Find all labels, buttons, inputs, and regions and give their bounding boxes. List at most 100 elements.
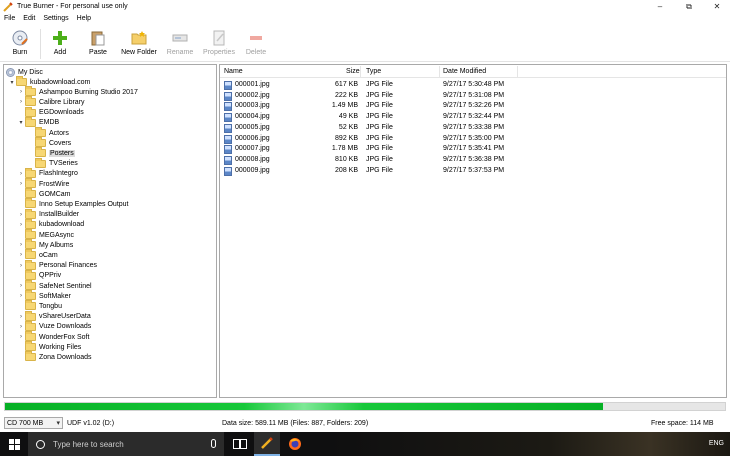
- column-date-modified[interactable]: Date Modified: [443, 68, 486, 75]
- collapsed-chevron-icon[interactable]: ›: [17, 283, 25, 289]
- folder-tree[interactable]: My Disc ▾ kubadownload.com › Ashampoo Burni…: [3, 64, 217, 398]
- menu-file[interactable]: File: [0, 15, 19, 22]
- collapsed-chevron-icon[interactable]: ›: [17, 181, 25, 187]
- toolbar: Burn Add Paste New Folder Rename Propert…: [0, 26, 730, 62]
- file-row[interactable]: 000003.jpg 1.49 MB JPG File 9/27/17 5:32:26…: [220, 100, 726, 112]
- properties-label: Properties: [203, 49, 235, 56]
- image-file-icon: [224, 134, 232, 144]
- column-name[interactable]: Name: [224, 68, 243, 75]
- file-row[interactable]: 000007.jpg 1.78 MB JPG File 9/27/17 5:35:41…: [220, 143, 726, 155]
- file-row[interactable]: 000002.jpg 222 KB JPG File 9/27/17 5:31:08 …: [220, 90, 726, 101]
- folder-icon: [25, 249, 36, 260]
- taskbar-true-burner[interactable]: [254, 432, 280, 456]
- file-type: JPG File: [366, 166, 393, 174]
- column-size[interactable]: Size: [346, 68, 360, 75]
- properties-icon: [210, 30, 228, 46]
- burn-label: Burn: [12, 49, 28, 56]
- collapsed-chevron-icon[interactable]: ›: [17, 324, 25, 330]
- tree-item-label: kubadownload.com: [30, 78, 91, 86]
- menu-settings[interactable]: Settings: [39, 15, 72, 22]
- collapsed-chevron-icon[interactable]: ›: [17, 99, 25, 105]
- new-folder-button[interactable]: New Folder: [117, 26, 161, 62]
- file-size: 52 KB: [338, 123, 358, 131]
- new-folder-label: New Folder: [121, 49, 157, 56]
- collapsed-chevron-icon[interactable]: ›: [17, 89, 25, 95]
- file-type: JPG File: [366, 113, 393, 121]
- add-plus-icon: [51, 30, 69, 46]
- folder-icon: [25, 198, 36, 209]
- tree-item[interactable]: QPPriv: [17, 269, 61, 281]
- file-name: 000003.jpg: [235, 102, 270, 110]
- burn-button[interactable]: Burn: [0, 26, 40, 62]
- folder-icon: [35, 147, 46, 158]
- tree-item[interactable]: Inno Setup Examples Output: [17, 198, 129, 209]
- minimize-button[interactable]: –: [645, 0, 675, 13]
- menu-help[interactable]: Help: [73, 15, 95, 22]
- folder-icon: [25, 106, 36, 117]
- windows-logo-icon: [8, 438, 20, 450]
- file-row[interactable]: 000006.jpg 892 KB JPG File 9/27/17 5:35:00 …: [220, 133, 726, 144]
- collapsed-chevron-icon[interactable]: ›: [17, 334, 25, 340]
- menu-bar: File Edit Settings Help: [0, 13, 730, 24]
- microphone-icon[interactable]: [211, 439, 216, 448]
- tree-item-label: Inno Setup Examples Output: [39, 200, 129, 208]
- tree-item[interactable]: Covers: [27, 137, 72, 148]
- folder-icon: [25, 239, 36, 250]
- start-button[interactable]: [0, 432, 28, 456]
- disc-capacity-bar: [4, 402, 726, 411]
- taskbar-search-box[interactable]: Type here to search: [28, 432, 224, 456]
- file-row[interactable]: 000005.jpg 52 KB JPG File 9/27/17 5:33:38 P…: [220, 122, 726, 133]
- language-indicator[interactable]: ENG: [709, 440, 724, 447]
- tree-root-my-disc[interactable]: My Disc: [6, 67, 43, 77]
- delete-button[interactable]: Delete: [239, 26, 273, 62]
- file-size: 617 KB: [335, 81, 358, 88]
- tree-item-label: EGDownloads: [39, 109, 84, 117]
- maximize-button[interactable]: ⧉: [674, 0, 704, 13]
- expanded-chevron-icon[interactable]: ▾: [17, 119, 25, 126]
- expanded-chevron-icon[interactable]: ▾: [8, 79, 16, 86]
- task-view-button[interactable]: [227, 432, 253, 456]
- collapsed-chevron-icon[interactable]: ›: [17, 252, 25, 258]
- file-list-header: Name Size Type Date Modified: [220, 65, 726, 78]
- collapsed-chevron-icon[interactable]: ›: [17, 242, 25, 248]
- tree-item[interactable]: Actors: [27, 127, 69, 138]
- tree-item-label: Ashampoo Burning Studio 2017: [39, 88, 138, 96]
- window-title: True Burner - For personal use only: [17, 3, 128, 10]
- add-button[interactable]: Add: [41, 26, 79, 62]
- tree-item[interactable]: Zona Downloads: [17, 351, 92, 362]
- tree-item[interactable]: ▾ kubadownload.com: [8, 76, 91, 87]
- collapsed-chevron-icon[interactable]: ›: [17, 171, 25, 177]
- tree-item[interactable]: › oCam: [17, 249, 58, 260]
- collapsed-chevron-icon[interactable]: ›: [17, 263, 25, 269]
- tree-item-label: Covers: [49, 139, 72, 147]
- menu-edit[interactable]: Edit: [19, 15, 39, 22]
- file-list[interactable]: Name Size Type Date Modified 000001.jpg 6…: [219, 64, 727, 398]
- paste-button[interactable]: Paste: [79, 26, 117, 62]
- disc-capacity-fill: [5, 403, 603, 410]
- close-button[interactable]: ✕: [702, 0, 730, 13]
- file-name: 000009.jpg: [235, 166, 270, 174]
- taskbar-firefox[interactable]: [282, 432, 308, 456]
- file-row[interactable]: 000009.jpg 208 KB JPG File 9/27/17 5:37:53 …: [220, 165, 726, 176]
- folder-icon: [25, 320, 36, 331]
- collapsed-chevron-icon[interactable]: ›: [17, 222, 25, 228]
- tree-item[interactable]: › Ashampoo Burning Studio 2017: [17, 86, 138, 97]
- disc-type-select[interactable]: CD 700 MB ▾: [4, 417, 63, 429]
- file-size: 1.78 MB: [331, 145, 358, 153]
- collapsed-chevron-icon[interactable]: ›: [17, 293, 25, 299]
- file-row[interactable]: 000004.jpg 49 KB JPG File 9/27/17 5:32:44 P…: [220, 111, 726, 123]
- collapsed-chevron-icon[interactable]: ›: [17, 314, 25, 320]
- file-date-modified: 9/27/17 5:35:41 PM: [443, 145, 505, 153]
- tree-item-label: oCam: [39, 251, 58, 259]
- rename-button[interactable]: Rename: [161, 26, 199, 62]
- file-row[interactable]: 000001.jpg 617 KB JPG File 9/27/17 5:30:48 …: [220, 79, 726, 90]
- tree-item[interactable]: TVSeries: [27, 157, 78, 169]
- properties-button[interactable]: Properties: [199, 26, 239, 62]
- file-size: 892 KB: [335, 134, 358, 142]
- burn-disc-icon: [11, 30, 29, 46]
- tree-item-label: Actors: [49, 129, 69, 137]
- collapsed-chevron-icon[interactable]: ›: [17, 212, 25, 218]
- column-type[interactable]: Type: [366, 68, 381, 75]
- file-row[interactable]: 000008.jpg 810 KB JPG File 9/27/17 5:36:38 …: [220, 154, 726, 165]
- tree-item[interactable]: Tongbu: [17, 300, 62, 311]
